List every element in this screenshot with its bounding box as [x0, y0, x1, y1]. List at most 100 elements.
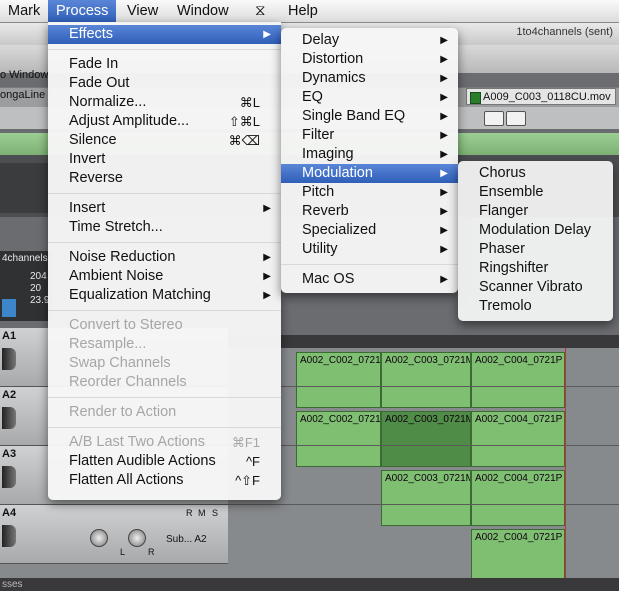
menu-separator: [48, 427, 281, 428]
menu-item-label: Scanner Vibrato: [479, 279, 583, 295]
menu-item-effects[interactable]: Effects ▶: [48, 25, 281, 44]
audio-clip[interactable]: A002_C004_0721P: [471, 411, 565, 467]
script-icon[interactable]: ⧖: [247, 0, 274, 22]
menu-item-utility[interactable]: Utility ▶: [281, 240, 458, 259]
menu-item-distortion[interactable]: Distortion ▶: [281, 50, 458, 69]
menu-item-flatten-audible-actions[interactable]: Flatten Audible Actions ^F: [48, 452, 281, 471]
menu-item-delay[interactable]: Delay ▶: [281, 31, 458, 50]
menu-item-convert-to-stereo: Convert to Stereo: [48, 316, 281, 335]
menu-item-label: Phaser: [479, 241, 525, 257]
menu-item-label: Convert to Stereo: [69, 317, 183, 333]
submenu-arrow-icon: ▶: [440, 92, 448, 103]
menu-item-imaging[interactable]: Imaging ▶: [281, 145, 458, 164]
audio-clip[interactable]: A002_C004_0721P: [471, 529, 565, 585]
audio-clip[interactable]: A002_C003_0721M: [381, 470, 471, 526]
menu-mark[interactable]: Mark: [0, 0, 48, 22]
menu-item-fade-in[interactable]: Fade In: [48, 55, 281, 74]
file-tab-left[interactable]: ongaLine (: [0, 89, 52, 101]
menu-item-label: Tremolo: [479, 298, 532, 314]
menu-item-normalize[interactable]: Normalize... ⌘L: [48, 93, 281, 112]
timeline-view-button[interactable]: [484, 111, 504, 126]
submenu-arrow-icon: ▶: [440, 225, 448, 236]
audio-clip[interactable]: A002_C004_0721P: [471, 470, 565, 526]
menu-item-flanger[interactable]: Flanger: [458, 202, 613, 221]
menu-separator: [281, 264, 458, 265]
speaker-icon: [2, 466, 16, 488]
menu-item-insert[interactable]: Insert ▶: [48, 199, 281, 218]
menu-item-specialized[interactable]: Specialized ▶: [281, 221, 458, 240]
submenu-arrow-icon: ▶: [440, 149, 448, 160]
menu-item-reverb[interactable]: Reverb ▶: [281, 202, 458, 221]
menu-item-filter[interactable]: Filter ▶: [281, 126, 458, 145]
playhead[interactable]: [565, 348, 566, 578]
menu-item-scanner-vibrato[interactable]: Scanner Vibrato: [458, 278, 613, 297]
submenu-arrow-icon: ▶: [263, 252, 271, 263]
menu-item-label: Ambient Noise: [69, 268, 164, 284]
menu-item-time-stretch[interactable]: Time Stretch...: [48, 218, 281, 237]
audio-clip[interactable]: A002_C002_0721: [296, 352, 381, 408]
menu-item-modulation[interactable]: Modulation ▶: [281, 164, 458, 183]
busses-header: sses: [0, 578, 619, 591]
menu-item-dynamics[interactable]: Dynamics ▶: [281, 69, 458, 88]
menu-separator: [48, 397, 281, 398]
track-output-select[interactable]: Sub... A2: [166, 534, 207, 545]
audio-clip[interactable]: A002_C004_0721P: [471, 352, 565, 408]
mute-button[interactable]: M: [198, 508, 206, 518]
menu-item-label: Resample...: [69, 336, 147, 352]
menu-item-eq[interactable]: EQ ▶: [281, 88, 458, 107]
menu-item-label: Modulation: [302, 165, 373, 181]
menu-item-ambient-noise[interactable]: Ambient Noise ▶: [48, 267, 281, 286]
menu-item-modulation-delay[interactable]: Modulation Delay: [458, 221, 613, 240]
menu-item-chorus[interactable]: Chorus: [458, 164, 613, 183]
menu-item-mac-os[interactable]: Mac OS ▶: [281, 270, 458, 289]
menu-item-fade-out[interactable]: Fade Out: [48, 74, 281, 93]
menu-item-silence[interactable]: Silence ⌘⌫: [48, 131, 281, 150]
menu-item-tremolo[interactable]: Tremolo: [458, 297, 613, 316]
file-tab-clip[interactable]: A009_C003_0118CU.mov: [466, 88, 616, 105]
menu-item-label: Flatten All Actions: [69, 472, 184, 488]
menu-item-invert[interactable]: Invert: [48, 150, 281, 169]
audio-clip[interactable]: A002_C003_0721M: [381, 352, 471, 408]
track-header-a4[interactable]: A4 R M S L R Sub... A2: [0, 505, 228, 564]
volume-slider-knob[interactable]: [90, 529, 108, 547]
menu-item-label: Imaging: [302, 146, 354, 162]
menu-view[interactable]: View: [119, 0, 166, 22]
submenu-arrow-icon: ▶: [440, 130, 448, 141]
menu-item-single-band-eq[interactable]: Single Band EQ ▶: [281, 107, 458, 126]
audio-clip[interactable]: A002_C002_0721: [296, 411, 381, 467]
file-info-line3: 23.9: [30, 295, 50, 306]
toolbar-label: o Window: [0, 69, 49, 81]
menu-separator: [48, 310, 281, 311]
menu-item-pitch[interactable]: Pitch ▶: [281, 183, 458, 202]
menu-item-flatten-all-actions[interactable]: Flatten All Actions ^⇧F: [48, 471, 281, 490]
menu-process[interactable]: Process: [48, 0, 117, 22]
submenu-arrow-icon: ▶: [440, 206, 448, 217]
solo-button[interactable]: S: [212, 508, 218, 518]
menu-item-shortcut: ^F: [245, 454, 260, 469]
menu-item-ringshifter[interactable]: Ringshifter: [458, 259, 613, 278]
menu-item-phaser[interactable]: Phaser: [458, 240, 613, 259]
file-info-line1: 204: [30, 271, 47, 282]
menu-item-shortcut: ^⇧F: [235, 473, 260, 488]
menu-window[interactable]: Window: [169, 0, 237, 22]
menu-item-adjust-amplitude[interactable]: Adjust Amplitude... ⇧⌘L: [48, 112, 281, 131]
audio-clip[interactable]: A002_C003_0721M: [381, 411, 471, 467]
menu-item-ensemble[interactable]: Ensemble: [458, 183, 613, 202]
pan-knob[interactable]: [128, 529, 146, 547]
menu-item-label: Swap Channels: [69, 355, 171, 371]
menu-item-noise-reduction[interactable]: Noise Reduction ▶: [48, 248, 281, 267]
menu-help[interactable]: Help: [280, 0, 326, 22]
menu-item-label: Reorder Channels: [69, 374, 187, 390]
menu-item-label: Adjust Amplitude...: [69, 113, 190, 129]
record-button[interactable]: R: [186, 508, 193, 518]
timeline-zoom-button[interactable]: [506, 111, 526, 126]
submenu-arrow-icon: ▶: [440, 111, 448, 122]
menu-item-label: Reverb: [302, 203, 349, 219]
effects-submenu: Delay ▶ Distortion ▶ Dynamics ▶ EQ ▶ Single Band…: [281, 28, 458, 293]
menu-item-label: Utility: [302, 241, 338, 257]
menu-item-equalization-matching[interactable]: Equalization Matching ▶: [48, 286, 281, 305]
menubar: Mark Process View Window ⧖ Help: [0, 0, 619, 23]
menu-item-label: Fade Out: [69, 75, 130, 91]
menu-item-reverse[interactable]: Reverse: [48, 169, 281, 188]
track-divider: [228, 504, 619, 505]
